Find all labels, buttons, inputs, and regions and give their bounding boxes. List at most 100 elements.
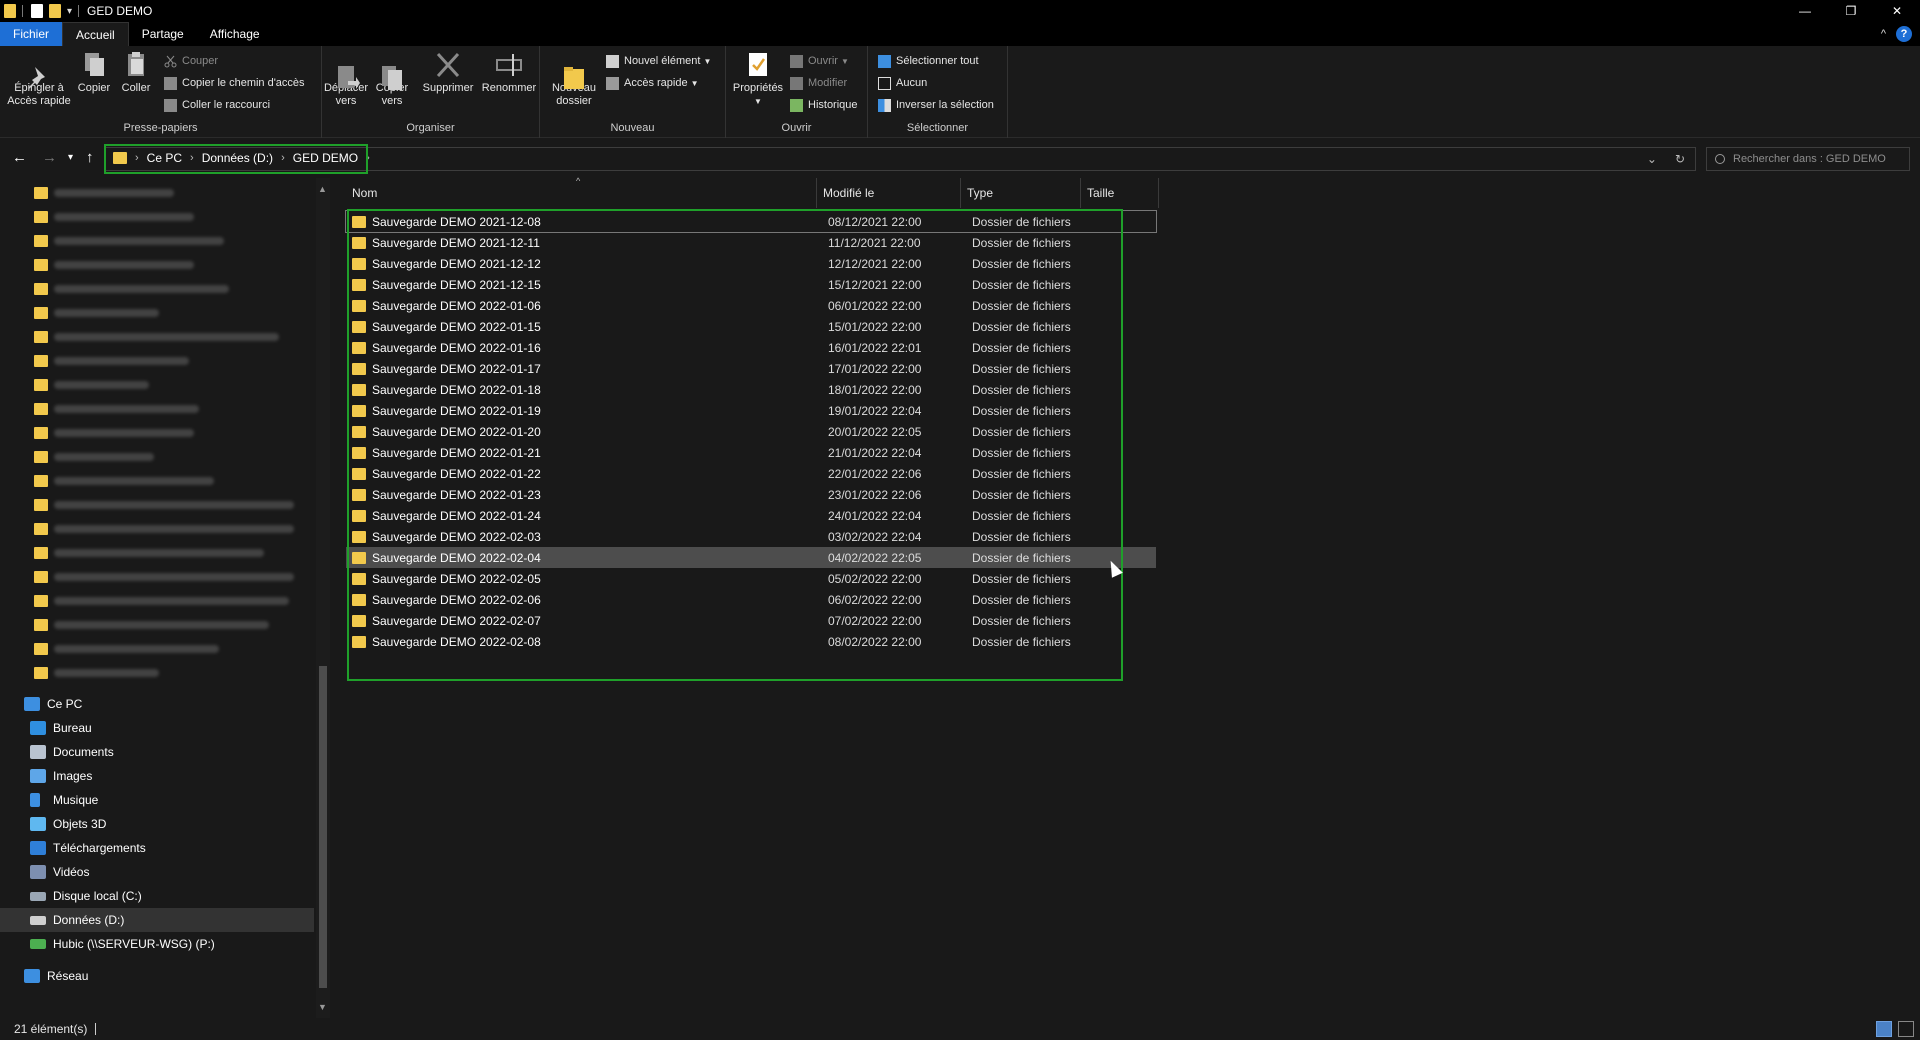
copy-path-button[interactable]: Copier le chemin d'accès <box>164 74 305 92</box>
redacted-folder-item[interactable] <box>34 402 199 416</box>
maximize-button[interactable]: ❐ <box>1828 0 1874 22</box>
column-header-modified[interactable]: Modifié le <box>817 178 961 208</box>
redacted-folder-item[interactable] <box>34 426 194 440</box>
help-icon[interactable]: ? <box>1896 26 1912 42</box>
open-button[interactable]: Ouvrir ▼ <box>790 52 849 70</box>
sidebar-item-drive-d[interactable]: Données (D:) <box>0 908 314 932</box>
sidebar-item-music[interactable]: Musique <box>0 788 314 812</box>
redacted-folder-item[interactable] <box>34 642 219 656</box>
redacted-folder-item[interactable] <box>34 618 269 632</box>
large-icons-view-icon[interactable] <box>1898 1021 1914 1037</box>
redacted-label <box>54 357 189 365</box>
sidebar-item-downloads[interactable]: Téléchargements <box>0 836 314 860</box>
window-title: GED DEMO <box>87 4 153 18</box>
paste-shortcut-button[interactable]: Coller le raccourci <box>164 96 270 114</box>
column-header-type[interactable]: Type <box>961 178 1081 208</box>
details-view-icon[interactable] <box>1876 1021 1892 1037</box>
refresh-icon[interactable]: ↻ <box>1675 152 1685 166</box>
redacted-folder-item[interactable] <box>34 450 154 464</box>
column-header-name[interactable]: Nom <box>332 178 817 208</box>
sidebar-item-pictures[interactable]: Images <box>0 764 314 788</box>
sidebar-item-videos[interactable]: Vidéos <box>0 860 314 884</box>
scroll-down-icon[interactable]: ▼ <box>318 1002 327 1012</box>
properties-button[interactable]: Propriétés ▼ <box>730 50 786 108</box>
select-all-icon <box>878 54 891 68</box>
easy-access-icon <box>606 76 619 90</box>
copy-label: Copier <box>77 82 111 94</box>
redacted-folder-item[interactable] <box>34 282 229 296</box>
redacted-folder-item[interactable] <box>34 354 189 368</box>
redacted-folder-item[interactable] <box>34 498 294 512</box>
redacted-folder-item[interactable] <box>34 474 214 488</box>
paste-label: Coller <box>121 82 151 94</box>
sidebar-item-3d-objects[interactable]: Objets 3D <box>0 812 314 836</box>
sidebar-item-this-pc[interactable]: Ce PC <box>0 692 314 716</box>
select-none-label: Aucun <box>896 77 928 89</box>
tab-file[interactable]: Fichier <box>0 22 63 46</box>
delete-button[interactable]: Supprimer <box>420 50 476 95</box>
invert-selection-button[interactable]: Inverser la sélection <box>878 96 994 114</box>
tab-home[interactable]: Accueil <box>62 22 129 46</box>
redacted-label <box>54 525 294 533</box>
search-input[interactable]: Rechercher dans : GED DEMO <box>1706 147 1910 171</box>
new-item-label: Nouvel élément <box>624 55 701 67</box>
redacted-folder-item[interactable] <box>34 330 279 344</box>
folder-icon <box>34 187 48 199</box>
redacted-folder-item[interactable] <box>34 258 194 272</box>
column-header-size[interactable]: Taille <box>1081 178 1159 208</box>
copy-icon <box>80 50 108 80</box>
sidebar-scrollbar[interactable]: ▲ ▼ <box>316 178 330 1018</box>
sidebar-item-documents[interactable]: Documents <box>0 740 314 764</box>
paste-button[interactable]: Coller <box>118 50 154 95</box>
redacted-label <box>54 597 289 605</box>
new-folder-quick-icon[interactable] <box>49 4 61 18</box>
easy-access-button[interactable]: Accès rapide ▼ <box>606 74 699 92</box>
select-group-label: Sélectionner <box>906 122 969 134</box>
scroll-up-icon[interactable]: ▲ <box>318 184 327 194</box>
redacted-folder-item[interactable] <box>34 666 159 680</box>
tab-view[interactable]: Affichage <box>197 22 273 46</box>
redacted-folder-item[interactable] <box>34 594 289 608</box>
folder-icon <box>34 451 48 463</box>
select-all-button[interactable]: Sélectionner tout <box>878 52 979 70</box>
copy-button[interactable]: Copier <box>76 50 112 95</box>
redacted-folder-item[interactable] <box>34 570 294 584</box>
copy-to-button[interactable]: Copier vers <box>370 50 414 108</box>
redacted-folder-item[interactable] <box>34 210 194 224</box>
recent-locations-chevron-icon[interactable]: ▾ <box>68 152 73 163</box>
cut-button[interactable]: Couper <box>164 52 218 70</box>
up-arrow-icon[interactable]: ↑ <box>86 149 94 166</box>
sidebar-item-drive-c[interactable]: Disque local (C:) <box>0 884 314 908</box>
select-all-label: Sélectionner tout <box>896 55 979 67</box>
collapse-ribbon-icon[interactable]: ^ <box>1881 28 1886 40</box>
history-button[interactable]: Historique <box>790 96 858 114</box>
address-history-chevron-icon[interactable]: ⌄ <box>1647 152 1657 166</box>
redacted-folder-item[interactable] <box>34 306 159 320</box>
dropdown-arrow-icon: ▼ <box>690 78 699 88</box>
sidebar-item-network[interactable]: Réseau <box>0 964 314 988</box>
documents-icon <box>30 745 46 759</box>
tab-share[interactable]: Partage <box>129 22 197 46</box>
sidebar-item-desktop[interactable]: Bureau <box>0 716 314 740</box>
pin-quick-access-button[interactable]: Épingler à Accès rapide <box>6 50 72 108</box>
sidebar-item-network-drive-p[interactable]: Hubic (\\SERVEUR-WSG) (P:) <box>0 932 314 956</box>
ribbon-tabs: Fichier Accueil Partage Affichage ^ ? <box>0 22 1920 46</box>
edit-button[interactable]: Modifier <box>790 74 847 92</box>
redacted-folder-item[interactable] <box>34 522 294 536</box>
back-arrow-icon[interactable]: ← <box>12 149 27 166</box>
properties-quick-icon[interactable] <box>31 4 43 18</box>
redacted-folder-item[interactable] <box>34 546 264 560</box>
quick-access-dropdown-icon[interactable]: ▾ <box>67 6 72 17</box>
redacted-folder-item[interactable] <box>34 186 174 200</box>
redacted-folder-item[interactable] <box>34 378 149 392</box>
new-item-button[interactable]: Nouvel élément ▼ <box>606 52 711 70</box>
move-to-button[interactable]: Déplacer vers <box>322 50 370 108</box>
select-none-button[interactable]: Aucun <box>878 74 927 92</box>
close-button[interactable]: ✕ <box>1874 0 1920 22</box>
new-folder-button[interactable]: Nouveau dossier <box>548 50 600 108</box>
rename-button[interactable]: Renommer <box>480 50 538 95</box>
scrollbar-thumb[interactable] <box>319 666 327 988</box>
forward-arrow-icon[interactable]: → <box>42 149 57 166</box>
redacted-folder-item[interactable] <box>34 234 224 248</box>
minimize-button[interactable]: — <box>1782 0 1828 22</box>
